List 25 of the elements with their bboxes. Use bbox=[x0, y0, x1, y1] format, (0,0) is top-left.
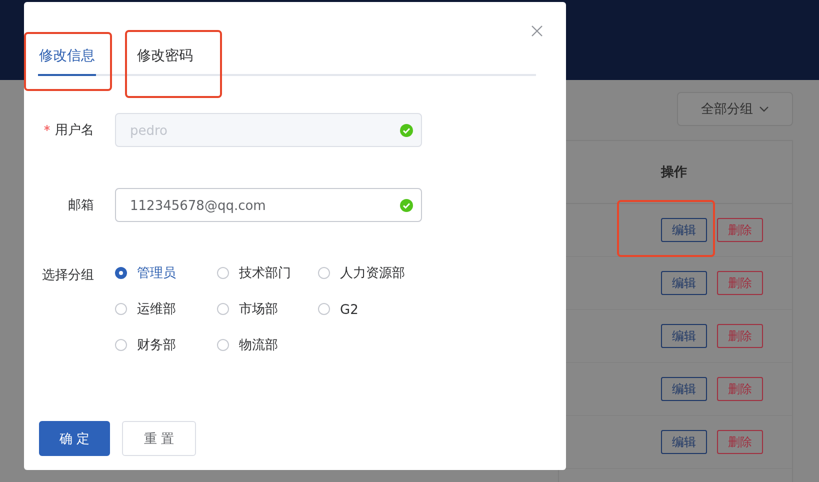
radio-option[interactable]: G2 bbox=[318, 300, 428, 318]
close-icon[interactable] bbox=[531, 25, 543, 37]
reset-button[interactable]: 重 置 bbox=[122, 421, 196, 456]
radio-option[interactable]: 技术部门 bbox=[217, 264, 318, 282]
radio-option[interactable]: 物流部 bbox=[217, 336, 318, 354]
tab[interactable]: 修改密码 bbox=[136, 40, 194, 76]
column-header: 操作 bbox=[661, 164, 687, 181]
edit-button[interactable]: 编辑 bbox=[661, 271, 707, 295]
group-filter-dropdown[interactable]: 全部分组 bbox=[677, 92, 793, 126]
radio-option[interactable]: 市场部 bbox=[217, 300, 318, 318]
tab[interactable]: 修改信息 bbox=[38, 40, 96, 76]
caret-icon bbox=[759, 106, 769, 112]
text-field[interactable]: 112345678@qq.com bbox=[115, 188, 422, 222]
field-label: 邮箱 bbox=[68, 197, 94, 212]
radio-option[interactable]: 财务部 bbox=[115, 336, 217, 354]
edit-button[interactable]: 编辑 bbox=[661, 218, 707, 242]
edit-button[interactable]: 编辑 bbox=[661, 377, 707, 401]
radio-option[interactable]: 运维部 bbox=[115, 300, 217, 318]
edit-button[interactable]: 编辑 bbox=[661, 324, 707, 348]
radio-option[interactable]: 人力资源部 bbox=[318, 264, 428, 282]
edit-button[interactable]: 编辑 bbox=[661, 430, 707, 454]
confirm-button[interactable]: 确 定 bbox=[39, 421, 110, 456]
radio-option[interactable]: 管理员 bbox=[115, 264, 217, 282]
field-label: 选择分组 bbox=[42, 267, 94, 282]
field-label: 用户名 bbox=[44, 122, 94, 137]
